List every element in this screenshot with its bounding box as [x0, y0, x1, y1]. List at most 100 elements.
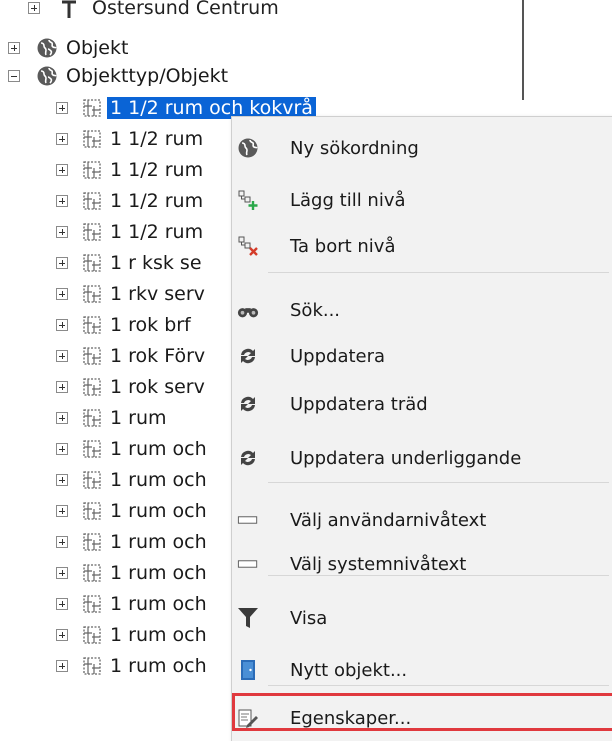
tree-node-label: Objekttyp/Objekt [66, 65, 229, 87]
expand-icon[interactable] [56, 567, 68, 579]
tree-object-item[interactable]: 1 rum och [56, 621, 207, 649]
expand-icon[interactable] [56, 505, 68, 517]
menu-item-visa[interactable]: Visa [232, 595, 612, 641]
globe-icon [37, 66, 57, 86]
tree-object-label: 1 rum och [110, 562, 207, 584]
tree-object-item[interactable]: 1 1/2 rum [56, 125, 203, 153]
tree-object-item[interactable]: 1 1/2 rum [56, 218, 203, 246]
tree-object-item[interactable]: 1 rum och [56, 528, 207, 556]
tree-object-item[interactable]: 1 rum och [56, 652, 207, 680]
object-icon [82, 470, 102, 490]
globe-icon [37, 38, 57, 58]
expand-icon[interactable] [56, 164, 68, 176]
menu-item-uppdatera-underliggande[interactable]: Uppdatera underliggande [232, 435, 612, 481]
menu-item-label: Ta bort nivå [290, 235, 396, 257]
object-icon [82, 656, 102, 676]
tree-object-item[interactable]: 1 rum och [56, 435, 207, 463]
menu-item-label: Sök... [290, 299, 341, 321]
expand-icon[interactable] [56, 598, 68, 610]
object-icon [82, 160, 102, 180]
tree-object-item[interactable]: 1 rum och [56, 497, 207, 525]
menu-item-välj-systemnivåtext[interactable]: Välj systemnivåtext [232, 541, 612, 587]
object-icon [82, 129, 102, 149]
tree-object-label: 1 rum [110, 407, 167, 429]
tree-object-item[interactable]: 1 r ksk se [56, 249, 202, 277]
menu-item-nytt-objekt[interactable]: Nytt objekt... [232, 647, 612, 693]
menu-item-label: Välj systemnivåtext [290, 553, 467, 575]
expand-icon[interactable] [56, 629, 68, 641]
tree-object-label: 1 rkv serv [110, 283, 205, 305]
object-icon [82, 532, 102, 552]
expand-icon[interactable] [56, 381, 68, 393]
tree-object-label: 1 1/2 rum [110, 221, 204, 243]
object-icon [82, 408, 102, 428]
expand-icon[interactable] [28, 2, 40, 14]
expand-icon[interactable] [8, 42, 20, 54]
expand-icon[interactable] [56, 536, 68, 548]
object-icon [82, 315, 102, 335]
tree-object-label: 1 rum och [110, 500, 207, 522]
tree-object-item[interactable]: 1 rkv serv [56, 280, 205, 308]
menu-item-lägg-till-nivå[interactable]: Lägg till nivå [232, 177, 612, 223]
expand-icon[interactable] [56, 350, 68, 362]
expand-icon[interactable] [56, 102, 68, 114]
menu-item-label: Uppdatera [290, 345, 386, 367]
menu-item-ta-bort-nivå[interactable]: Ta bort nivå [232, 223, 612, 269]
expand-icon[interactable] [56, 226, 68, 238]
tree-object-item[interactable]: 1 rok Förv [56, 342, 205, 370]
expand-icon[interactable] [56, 257, 68, 269]
object-icon [82, 439, 102, 459]
object-icon [82, 377, 102, 397]
tree-object-item[interactable]: 1 rum och [56, 559, 207, 587]
tree-object-label: 1 1/2 rum [110, 190, 204, 212]
tree-object-label: 1 rum och [110, 593, 207, 615]
object-icon [82, 284, 102, 304]
tree-object-item[interactable]: 1 rum [56, 404, 167, 432]
tree-node-ostersund[interactable]: Östersund Centrum [28, 0, 279, 22]
tree-object-item[interactable]: 1 rum och [56, 590, 207, 618]
expand-icon[interactable] [56, 133, 68, 145]
expand-icon[interactable] [56, 443, 68, 455]
expand-icon[interactable] [56, 412, 68, 424]
object-icon [82, 594, 102, 614]
menu-item-uppdatera[interactable]: Uppdatera [232, 333, 612, 379]
menu-item-uppdatera-träd[interactable]: Uppdatera träd [232, 381, 612, 427]
tree-node-objekttyp[interactable]: Objekttyp/Objekt [8, 62, 228, 90]
menu-item-label: Lägg till nivå [290, 189, 406, 211]
refresh-icon [237, 393, 259, 415]
expand-icon[interactable] [56, 660, 68, 672]
filter-funnel-icon [237, 607, 259, 629]
menu-item-ny-sökordning[interactable]: Ny sökordning [232, 125, 612, 171]
tree-object-label: 1 rok serv [110, 376, 205, 398]
object-icon [82, 625, 102, 645]
tree-object-item[interactable]: 1 1/2 rum [56, 156, 203, 184]
panel-splitter[interactable] [522, 0, 524, 100]
object-icon [82, 222, 102, 242]
menu-item-label: Uppdatera träd [290, 393, 428, 415]
menu-separator [268, 482, 609, 483]
textbox-icon [237, 509, 259, 531]
menu-item-sök[interactable]: Sök... [232, 287, 612, 333]
add-level-icon [237, 189, 259, 211]
menu-item-egenskaper[interactable]: Egenskaper... [232, 693, 612, 741]
expand-icon[interactable] [56, 474, 68, 486]
tree-node-objekt[interactable]: Objekt [8, 34, 128, 62]
menu-separator [268, 575, 609, 576]
menu-item-välj-användarnivåtext[interactable]: Välj användarnivåtext [232, 497, 612, 543]
door-icon [237, 659, 259, 681]
tree-object-label: 1 rum och [110, 655, 207, 677]
tree-object-item[interactable]: 1 rok brf [56, 311, 191, 339]
context-menu: Ny sökordning Lägg till nivå Ta bort nivå S… [231, 116, 612, 741]
menu-item-label: Uppdatera underliggande [290, 447, 522, 469]
tree-object-label: 1 rum och [110, 438, 207, 460]
tree-object-item[interactable]: 1 rok serv [56, 373, 205, 401]
expand-icon[interactable] [56, 319, 68, 331]
tree-object-item[interactable]: 1 1/2 rum [56, 187, 203, 215]
collapse-icon[interactable] [8, 70, 20, 82]
menu-item-label: Nytt objekt... [290, 659, 408, 681]
refresh-icon [237, 447, 259, 469]
tree-object-item[interactable]: 1 rum och [56, 466, 207, 494]
expand-icon[interactable] [56, 195, 68, 207]
expand-icon[interactable] [56, 288, 68, 300]
tree-object-label: 1 rok Förv [110, 345, 206, 367]
